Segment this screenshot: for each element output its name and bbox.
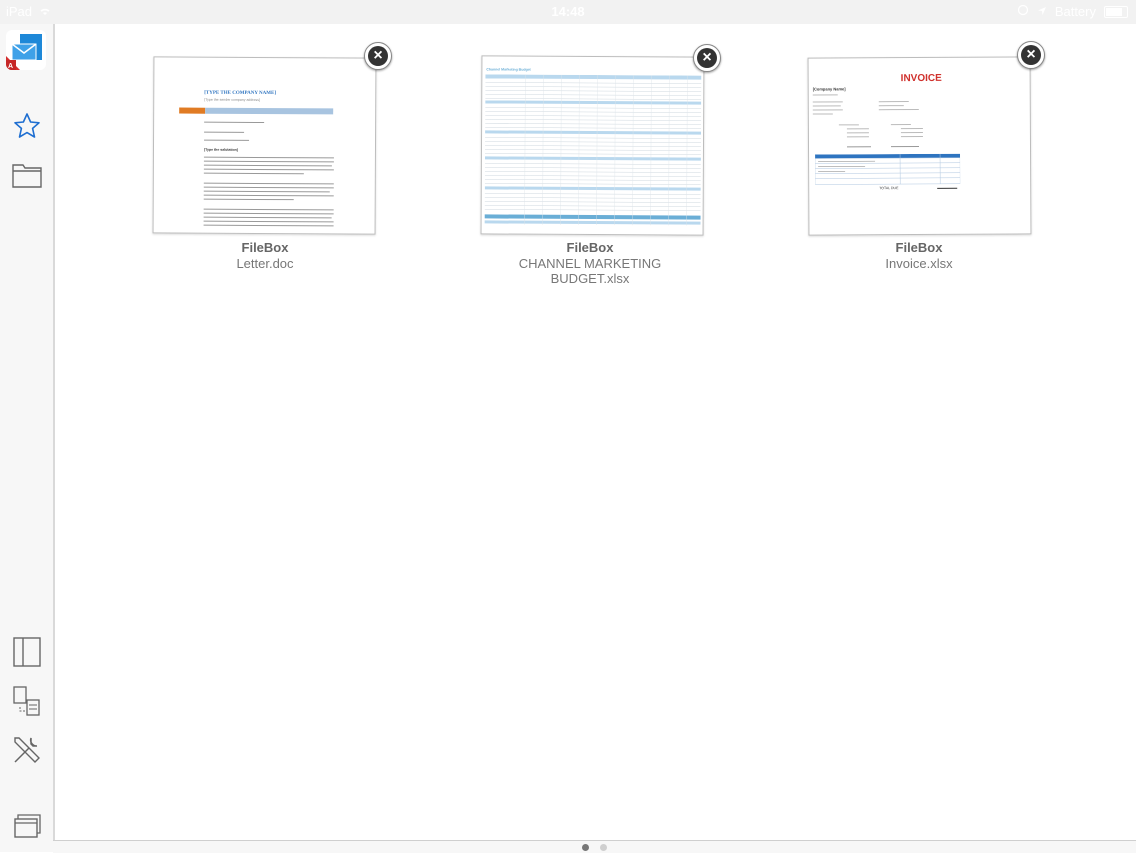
letter-orange-bar	[179, 108, 205, 114]
budget-title: Channel Marketing Budget	[486, 67, 530, 71]
recent-documents-grid: [TYPE THE COMPANY NAME] [Type the sender…	[55, 24, 1136, 840]
budget-grid	[485, 74, 702, 227]
document-thumbnail[interactable]: Channel Marketing Budget	[481, 55, 705, 235]
close-document-button[interactable]: ×	[693, 44, 721, 72]
invoice-company: [Company Name]	[813, 86, 846, 91]
lock-rotation-icon	[1017, 4, 1029, 19]
close-icon: ×	[697, 48, 717, 68]
document-name-line-1: CHANNEL MARKETING	[470, 256, 710, 271]
location-icon	[1037, 4, 1047, 19]
status-bar: iPad 14:48 Battery	[0, 0, 1136, 24]
folder-icon[interactable]	[9, 157, 45, 193]
invoice-title: INVOICE	[901, 73, 942, 84]
svg-text:A: A	[8, 63, 13, 70]
page-control	[53, 840, 1136, 853]
close-icon: ×	[1021, 45, 1041, 65]
document-card-letter[interactable]: [TYPE THE COMPANY NAME] [Type the sender…	[145, 56, 385, 316]
document-name: Letter.doc	[145, 256, 385, 271]
document-card-budget[interactable]: Channel Marketing Budget	[470, 56, 710, 316]
windows-icon[interactable]	[9, 808, 45, 844]
document-thumbnail[interactable]: [TYPE THE COMPANY NAME] [Type the sender…	[153, 56, 377, 234]
close-icon: ×	[368, 46, 388, 66]
document-thumbnail[interactable]: INVOICE [Company Name]	[808, 56, 1032, 235]
sidebar: A	[0, 24, 55, 852]
invoice-total-label: TOTAL DUE	[879, 186, 898, 190]
document-source: FileBox	[799, 240, 1039, 255]
letter-subheading: [Type the sender company address]	[204, 98, 260, 102]
split-view-icon[interactable]	[9, 634, 45, 670]
close-document-button[interactable]: ×	[1017, 41, 1045, 69]
tools-icon[interactable]	[9, 732, 45, 768]
battery-label: Battery	[1055, 4, 1096, 19]
page-dot-inactive[interactable]	[600, 844, 607, 851]
status-time: 14:48	[0, 4, 1136, 19]
letter-blue-bar	[205, 108, 333, 115]
invoice-table	[815, 154, 960, 189]
document-name-line-2: BUDGET.xlsx	[470, 271, 710, 286]
letter-heading: [TYPE THE COMPANY NAME]	[204, 91, 276, 96]
document-source: FileBox	[145, 240, 385, 255]
document-source: FileBox	[470, 240, 710, 255]
document-name: Invoice.xlsx	[799, 256, 1039, 271]
page-dot-active[interactable]	[582, 844, 589, 851]
battery-icon	[1104, 6, 1128, 18]
transfer-icon[interactable]	[9, 683, 45, 719]
close-document-button[interactable]: ×	[364, 42, 392, 70]
star-icon[interactable]	[9, 108, 45, 144]
letter-salutation: [Type the salutation]	[204, 148, 238, 152]
document-card-invoice[interactable]: INVOICE [Company Name]	[799, 56, 1039, 316]
app-logo[interactable]: A	[6, 30, 46, 70]
